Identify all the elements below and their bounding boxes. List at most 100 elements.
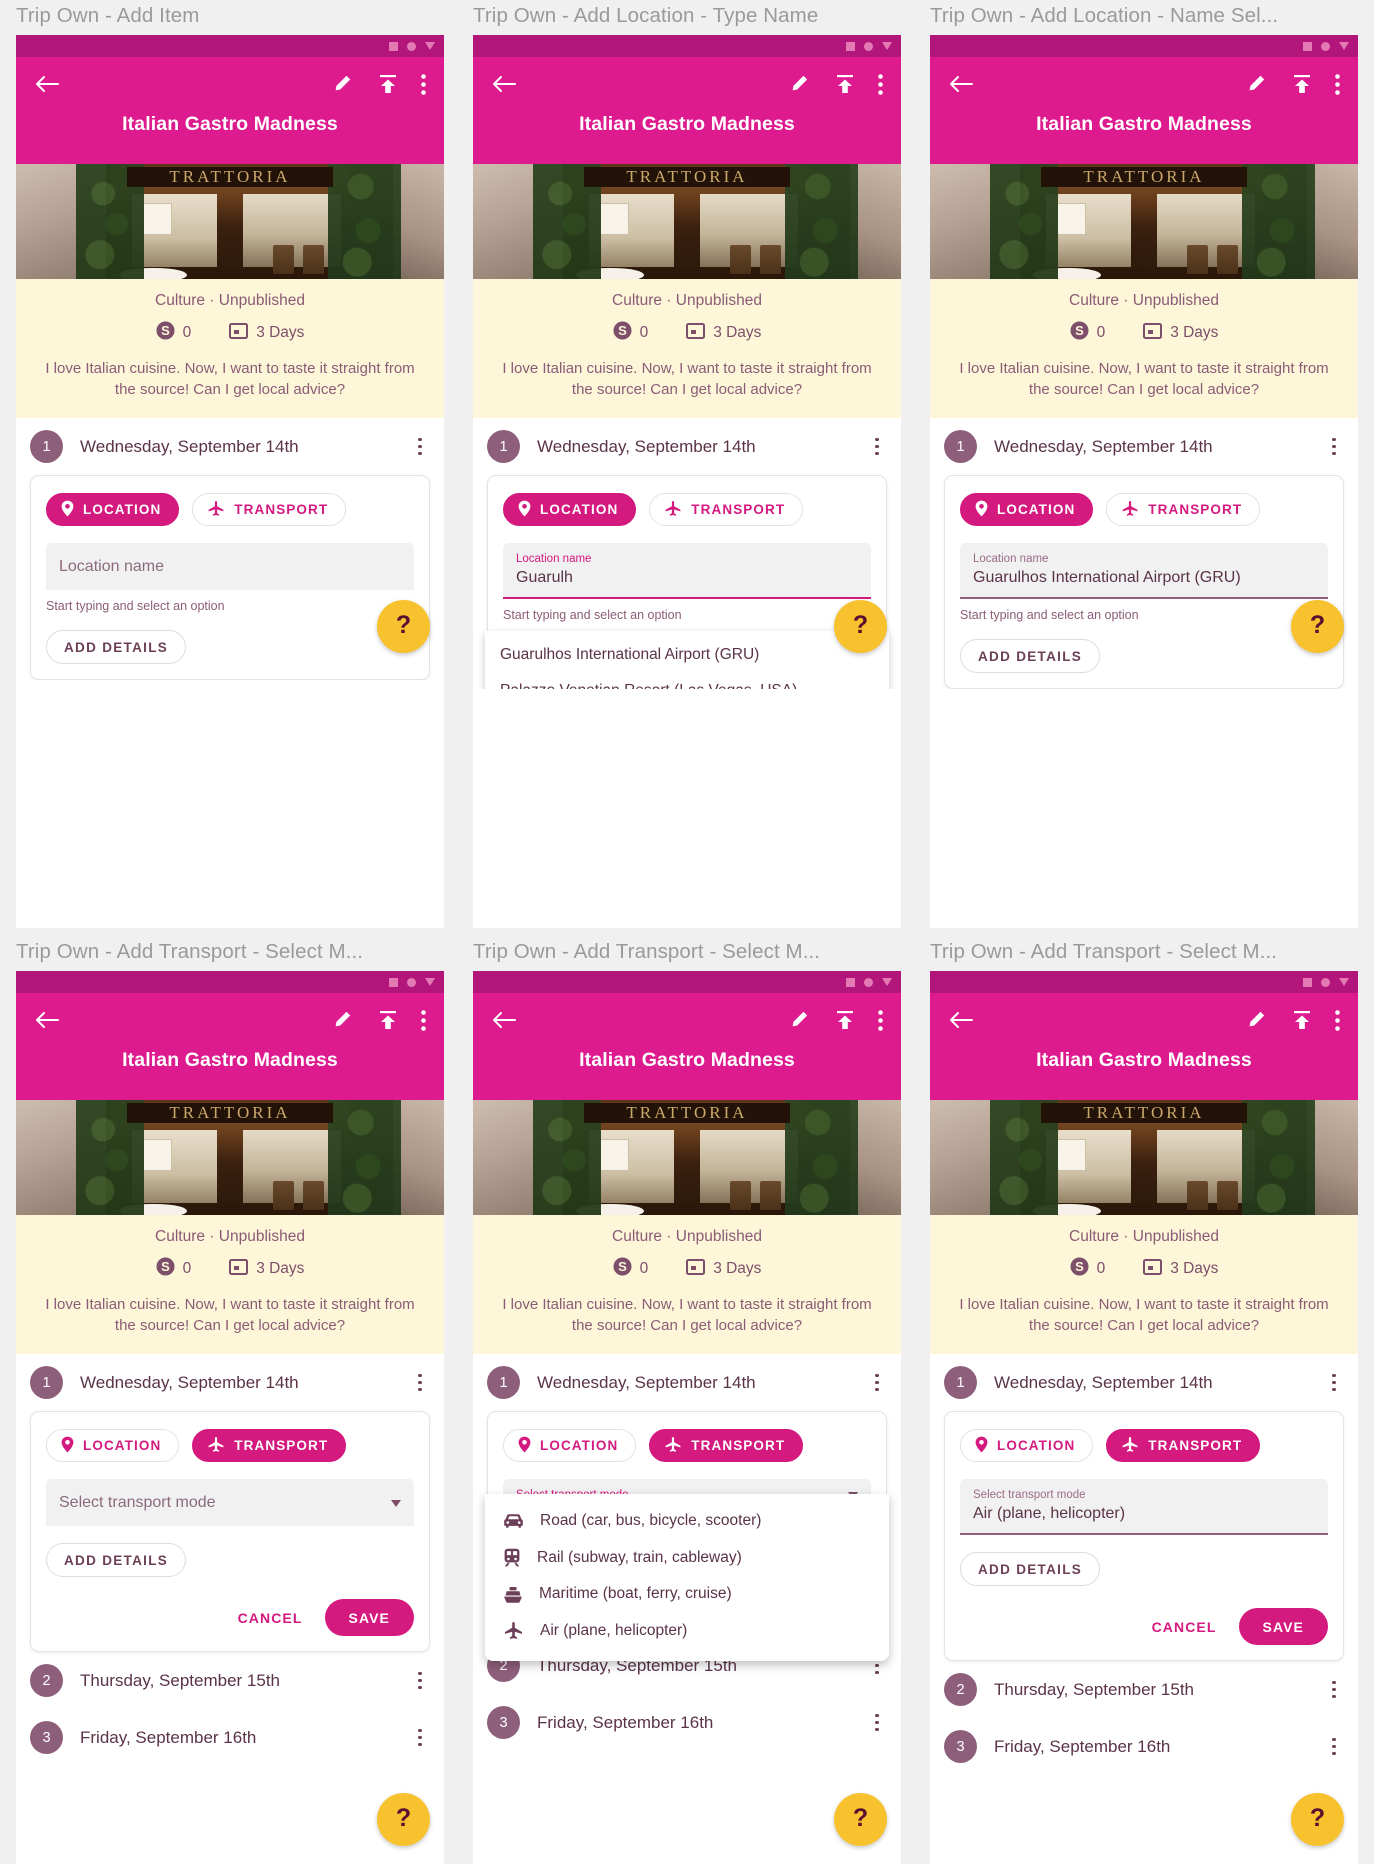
publish-upload-icon[interactable] [1293,1010,1311,1030]
tab-transport-label: TRANSPORT [234,1438,329,1453]
help-fab[interactable]: ? [377,600,430,653]
page-title: Italian Gastro Madness [1036,113,1252,135]
day-row[interactable]: 1 Wednesday, September 14th [473,418,901,475]
transport-mode-select[interactable]: Select transport mode Air (plane, helico… [960,1479,1328,1535]
overflow-menu-icon[interactable] [421,1009,426,1031]
tab-location[interactable]: LOCATION [960,1429,1094,1462]
add-details-button[interactable]: ADD DETAILS [960,1552,1101,1586]
help-fab[interactable]: ? [834,600,887,653]
trip-price-value: 0 [1096,1260,1106,1277]
overflow-menu-icon[interactable] [878,73,883,95]
transport-mode-select[interactable]: Select transport mode [46,1479,414,1526]
overflow-menu-icon[interactable] [1335,1009,1340,1031]
edit-pencil-icon[interactable] [1246,74,1266,94]
day-menu-icon[interactable] [410,1373,430,1392]
trip-hero-image: TRATTORIA [16,164,444,279]
add-details-button[interactable]: ADD DETAILS [46,630,187,664]
help-fab[interactable]: ? [1291,600,1344,653]
tab-transport-label: TRANSPORT [691,502,786,517]
day-menu-icon[interactable] [1324,1373,1344,1392]
day-menu-icon[interactable] [1324,1680,1344,1699]
add-details-button[interactable]: ADD DETAILS [46,1543,187,1577]
tab-location[interactable]: LOCATION [503,493,637,526]
back-arrow-icon[interactable] [948,1010,974,1030]
tab-location[interactable]: LOCATION [46,493,180,526]
back-arrow-icon[interactable] [491,74,517,94]
day-label: Wednesday, September 14th [537,436,756,456]
day-menu-icon[interactable] [410,1728,430,1747]
map-pin-icon [975,500,988,520]
tab-transport[interactable]: TRANSPORT [192,1429,347,1462]
day-number: 1 [487,1366,520,1399]
help-fab[interactable]: ? [377,1793,430,1846]
publish-upload-icon[interactable] [1293,74,1311,94]
publish-upload-icon[interactable] [379,1010,397,1030]
publish-upload-icon[interactable] [836,1010,854,1030]
tab-location[interactable]: LOCATION [960,493,1094,526]
day-menu-icon[interactable] [867,437,887,456]
tab-location[interactable]: LOCATION [503,1429,637,1462]
tab-transport-label: TRANSPORT [1148,502,1243,517]
help-fab[interactable]: ? [834,1793,887,1846]
day-menu-icon[interactable] [1324,437,1344,456]
edit-pencil-icon[interactable] [789,74,809,94]
map-pin-icon [975,1436,988,1456]
trip-hero-image: TRATTORIA [930,1100,1358,1215]
day-row[interactable]: 1 Wednesday, September 14th [930,418,1358,475]
publish-upload-icon[interactable] [836,74,854,94]
publish-upload-icon[interactable] [379,74,397,94]
day-row[interactable]: 2 Thursday, September 15th [930,1661,1358,1718]
suggestion-item[interactable]: Palazzo Venetian Resort (Las Vegas, USA) [485,673,889,689]
location-name-value: Guarulh [516,569,573,586]
transport-option-maritime[interactable]: Maritime (boat, ferry, cruise) [485,1576,889,1612]
day-menu-icon[interactable] [410,437,430,456]
svg-text:S: S [618,323,627,338]
day-row[interactable]: 1 Wednesday, September 14th [16,418,444,475]
location-name-input[interactable]: Location name Guarulhos International Ai… [960,543,1328,599]
transport-option-rail[interactable]: Rail (subway, train, cableway) [485,1539,889,1576]
day-row[interactable]: 3 Friday, September 16th [473,1694,901,1751]
tab-transport[interactable]: TRANSPORT [649,493,804,526]
edit-pencil-icon[interactable] [332,1010,352,1030]
back-arrow-icon[interactable] [34,74,60,94]
overflow-menu-icon[interactable] [1335,73,1340,95]
overflow-menu-icon[interactable] [878,1009,883,1031]
add-details-button[interactable]: ADD DETAILS [960,639,1101,673]
tab-transport[interactable]: TRANSPORT [192,493,347,526]
day-row[interactable]: 1 Wednesday, September 14th [16,1354,444,1411]
edit-pencil-icon[interactable] [332,74,352,94]
help-fab[interactable]: ? [1291,1793,1344,1846]
day-row[interactable]: 2 Thursday, September 15th [16,1652,444,1709]
edit-pencil-icon[interactable] [1246,1010,1266,1030]
transport-mode-label: Select transport mode [973,1489,1086,1501]
back-arrow-icon[interactable] [491,1010,517,1030]
back-arrow-icon[interactable] [34,1010,60,1030]
day-row[interactable]: 3 Friday, September 16th [930,1718,1358,1775]
tab-transport[interactable]: TRANSPORT [1106,1429,1261,1462]
day-row[interactable]: 1 Wednesday, September 14th [930,1354,1358,1411]
tab-transport[interactable]: TRANSPORT [649,1429,804,1462]
day-row[interactable]: 1 Wednesday, September 14th [473,1354,901,1411]
day-menu-icon[interactable] [867,1713,887,1732]
edit-pencil-icon[interactable] [789,1010,809,1030]
overflow-menu-icon[interactable] [421,73,426,95]
save-button[interactable]: SAVE [324,1599,414,1636]
tab-transport[interactable]: TRANSPORT [1106,493,1261,526]
transport-option-road[interactable]: Road (car, bus, bicycle, scooter) [485,1503,889,1539]
airplane-icon [664,500,682,520]
cancel-button[interactable]: CANCEL [1152,1619,1217,1635]
restaurant-sign-text: TRATTORIA [1041,167,1247,187]
location-name-input[interactable]: Location name Guarulh [503,543,871,599]
back-arrow-icon[interactable] [948,74,974,94]
save-button[interactable]: SAVE [1238,1608,1328,1645]
cancel-button[interactable]: CANCEL [238,1610,303,1626]
transport-option-air[interactable]: Air (plane, helicopter) [485,1612,889,1649]
location-name-input[interactable]: Location name [46,543,414,590]
tab-location[interactable]: LOCATION [46,1429,180,1462]
day-menu-icon[interactable] [867,1373,887,1392]
day-row[interactable]: 3 Friday, September 16th [16,1709,444,1766]
day-menu-icon[interactable] [410,1671,430,1690]
day-menu-icon[interactable] [1324,1737,1344,1756]
suggestion-item[interactable]: Guarulhos International Airport (GRU) [485,637,889,673]
trip-category-status: Culture · Unpublished [1069,1228,1219,1245]
